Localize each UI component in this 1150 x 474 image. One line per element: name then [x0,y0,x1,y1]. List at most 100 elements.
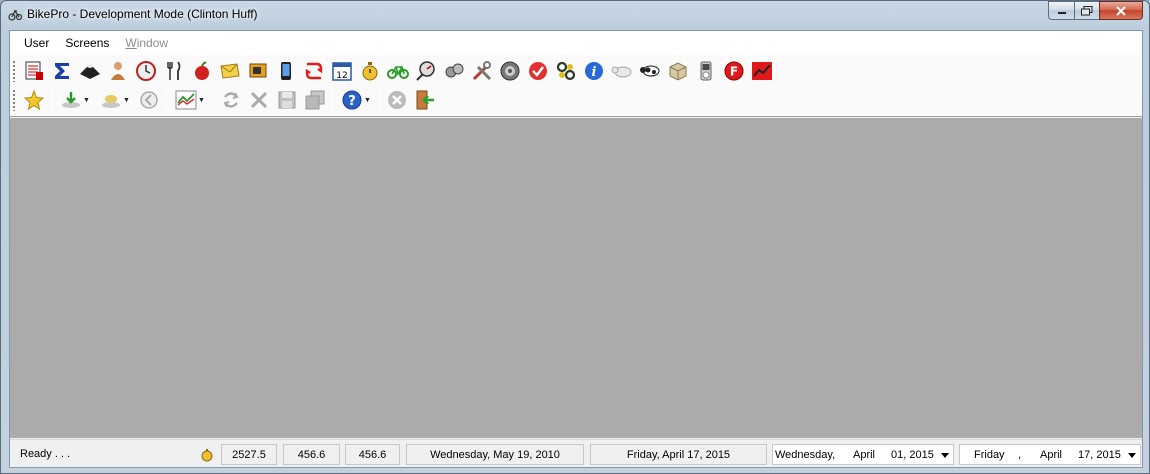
save-button[interactable] [273,87,301,113]
toolbar-separator [166,89,167,111]
bicycle-button[interactable] [384,58,412,84]
spreadsheet-icon [25,61,43,80]
bear-icon [611,66,632,78]
exit-button[interactable] [411,87,439,113]
end-date-date: 17, 2015 [1078,449,1121,461]
clock-button[interactable] [132,58,160,84]
download-dropdown-button[interactable]: ▼ [55,87,95,113]
fork-knife-icon [167,61,181,80]
save-icon [278,91,296,109]
stock-chart-button[interactable] [748,58,776,84]
status-date-2: Friday, April 17, 2015 [590,444,767,465]
bear-button[interactable] [608,58,636,84]
menu-bar: User Screens Window [10,31,1142,55]
gauge-button[interactable] [412,58,440,84]
cancel-icon [388,91,406,109]
ipod-icon [700,61,712,81]
start-date-day: Wednesday, [775,449,836,461]
menu-user[interactable]: User [16,31,57,55]
toolbar-grip-2[interactable] [12,89,16,111]
star-button[interactable] [20,87,48,113]
envelope-button[interactable] [216,58,244,84]
title-bar[interactable]: BikePro - Development Mode (Clinton Huff… [1,1,1149,29]
tools-button[interactable] [468,58,496,84]
bike-parts-button[interactable] [440,58,468,84]
bike-parts-icon [445,63,464,78]
gear-button[interactable] [496,58,524,84]
phone-icon [281,62,291,80]
app-icon[interactable] [8,7,22,21]
calendar-button[interactable]: 12 [328,58,356,84]
delete-button[interactable] [245,87,273,113]
menu-window[interactable]: Window [117,31,176,55]
refresh-button[interactable] [217,87,245,113]
stopwatch-icon [362,62,378,81]
menu-screens[interactable]: Screens [57,31,117,55]
envelope-icon [220,63,240,79]
cancel-button[interactable] [383,87,411,113]
sigma-icon [55,63,69,79]
close-button[interactable] [1099,1,1143,20]
apple-button[interactable] [188,58,216,84]
cow-button[interactable] [636,58,664,84]
toolbar-grip[interactable] [12,60,16,82]
check-button[interactable] [524,58,552,84]
maximize-button[interactable] [1074,1,1099,20]
stopwatch-button[interactable] [356,58,384,84]
toolbar-separator [51,89,52,111]
meals-button[interactable] [160,58,188,84]
toolbar-separator [379,89,380,111]
box-button[interactable] [664,58,692,84]
calendar-day: 12 [336,71,347,81]
cloud-dropdown-button[interactable]: ▼ [95,87,135,113]
stock-chart-icon [752,62,772,80]
end-date-picker[interactable]: Friday , April 17, 2015 [959,444,1141,465]
toolbar-separator [332,89,333,111]
person-button[interactable] [104,58,132,84]
client-area: User Screens Window 12 i F ▼ ▼ ▼ ? ▼ Rea… [9,30,1143,468]
svg-text:F: F [730,65,738,79]
help-dropdown-button[interactable]: ? ▼ [336,87,376,113]
start-date-date: 01, 2015 [891,449,934,461]
chevron-down-icon: ▼ [198,96,205,104]
chevron-down-icon[interactable] [1128,453,1136,458]
chevron-down-icon: ▼ [83,96,90,104]
spreadsheet-button[interactable] [20,58,48,84]
chevron-down-icon[interactable] [941,453,949,458]
clock-icon [136,61,156,81]
f-button[interactable]: F [720,58,748,84]
cloud-icon [102,95,121,108]
gear-icon [500,61,520,81]
mountain-button[interactable] [76,58,104,84]
display-icon [249,63,267,78]
copy-button[interactable] [301,87,329,113]
display-button[interactable] [244,58,272,84]
status-value-3: 456.6 [345,444,400,465]
main-toolbar: 12 i F [12,57,776,85]
svg-text:?: ? [348,94,356,109]
end-date-month: April [1040,449,1063,461]
status-value-2: 456.6 [283,444,340,465]
caption-buttons [1048,1,1143,20]
info-button[interactable]: i [580,58,608,84]
back-icon [140,91,158,109]
mdi-workspace[interactable] [10,118,1142,438]
back-button[interactable] [135,87,163,113]
checkmark-icon [529,62,547,80]
chain-button[interactable] [552,58,580,84]
stopwatch-status-icon [201,449,213,462]
ipod-button[interactable] [692,58,720,84]
chart-dropdown-button[interactable]: ▼ [170,87,210,113]
help-icon: ? [342,90,362,110]
status-bar: Ready . . . 2527.5 456.6 456.6 Wednesday… [10,439,1142,467]
person-icon [111,62,125,80]
sync-button[interactable] [300,58,328,84]
start-date-picker[interactable]: Wednesday, April 01, 2015 [772,444,954,465]
minimize-button[interactable] [1048,1,1074,20]
tools-icon [472,61,492,81]
refresh-icon [223,92,239,108]
sigma-button[interactable] [48,58,76,84]
calendar-icon: 12 [332,62,352,81]
start-date-month: April [853,449,876,461]
phone-button[interactable] [272,58,300,84]
